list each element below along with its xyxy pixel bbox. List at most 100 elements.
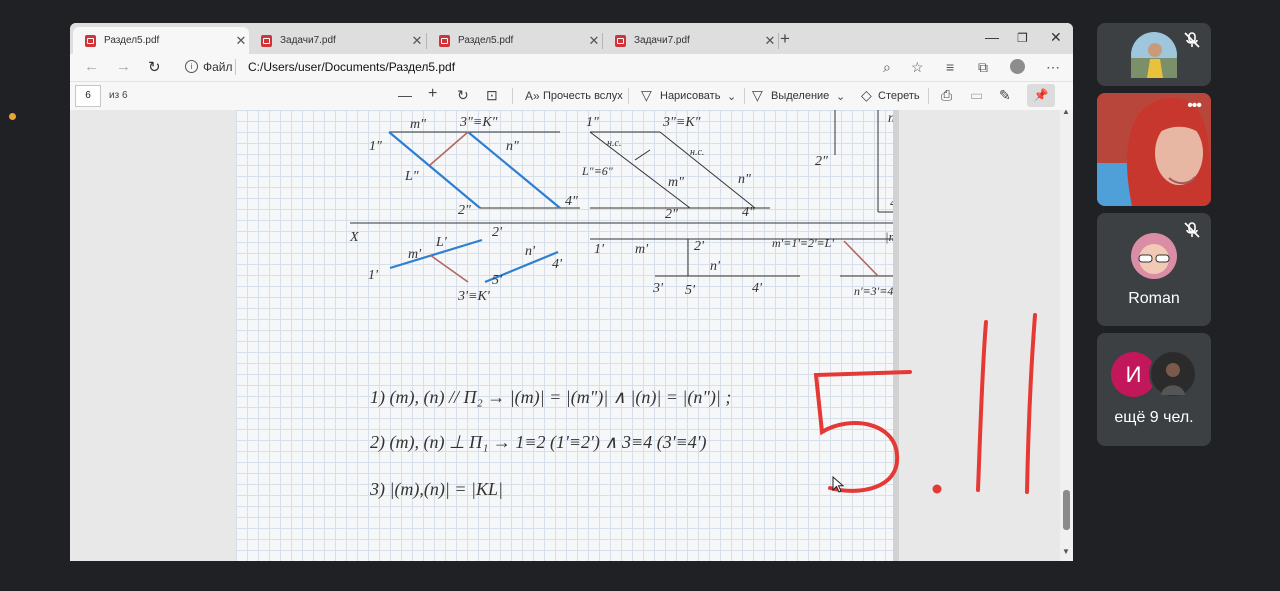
new-tab-icon[interactable]: + — [780, 29, 790, 49]
drawing-svg: m" 3"≡K" n" 1" L" 2" 4" X m' L' 2' n' 1'… — [349, 110, 893, 500]
ink-annotation-5-11 — [813, 313, 1037, 494]
tab-label: Раздел5.pdf — [104, 35, 160, 46]
mic-off-icon — [1184, 32, 1200, 48]
page-count: из 6 — [109, 90, 128, 101]
favorite-star-icon[interactable]: ☆ — [911, 59, 924, 76]
label-r-k2: 3"≡K" — [662, 115, 701, 130]
label-r-mn: |m,n| — [885, 229, 893, 244]
label-two2: 2" — [458, 203, 471, 218]
collections-icon[interactable]: ⧉ — [978, 59, 988, 76]
pdf-icon — [439, 34, 450, 47]
participant-avatar — [1131, 233, 1177, 279]
draw-button[interactable]: Нарисовать — [660, 90, 720, 102]
participant-tile-1[interactable] — [1097, 23, 1211, 86]
participant-overflow-count: ещё 9 чел. — [1114, 409, 1194, 426]
label-r-eq2: n'≡3'≡4'≡K' — [854, 284, 893, 298]
pdf-viewer: m" 3"≡K" n" 1" L" 2" 4" X m' L' 2' n' 1'… — [70, 110, 1073, 561]
zoom-icon[interactable]: ⌕ — [883, 59, 891, 76]
label-r-nc1: н.с. — [607, 138, 621, 149]
label-r-n1: n' — [710, 259, 721, 274]
participant-tile-2[interactable]: ••• — [1097, 93, 1211, 206]
more-icon[interactable]: ⋯ — [1046, 59, 1060, 76]
tab-label: Раздел5.pdf — [458, 35, 514, 46]
close-icon[interactable]: ✕ — [409, 33, 425, 49]
profile-avatar[interactable] — [1010, 59, 1025, 74]
read-aloud-icon[interactable]: A» — [525, 89, 540, 103]
label-r-two1: 2' — [694, 239, 705, 254]
label-r-n2: n" — [738, 172, 751, 187]
label-m2: m" — [410, 117, 426, 132]
label-four1: 4' — [552, 257, 563, 272]
scroll-up-icon[interactable]: ▲ — [1062, 110, 1070, 116]
pdf-icon — [261, 34, 272, 47]
chevron-down-icon[interactable]: ⌄ — [836, 90, 845, 103]
label-L2: L" — [404, 169, 419, 184]
label-four2: 4" — [565, 194, 578, 209]
scroll-down-icon[interactable]: ▼ — [1062, 547, 1070, 556]
kl-segment — [429, 131, 469, 166]
label-r-m1: m' — [635, 242, 649, 257]
label-r-three1: 3' — [652, 281, 664, 296]
scroll-thumb[interactable] — [1063, 490, 1070, 530]
fit-page-icon[interactable]: ⊡ — [486, 87, 498, 104]
label-r-nc2: н.с. — [690, 147, 704, 158]
tab-razdel5-2[interactable]: Раздел5.pdf ✕ — [427, 27, 602, 54]
chevron-down-icon[interactable]: ⌄ — [727, 90, 736, 103]
participant-tile-others[interactable]: И ещё 9 чел. — [1097, 333, 1211, 446]
save-as-icon[interactable]: ✎ — [999, 87, 1011, 104]
toolbar-divider — [512, 88, 513, 104]
close-icon[interactable]: ✕ — [233, 33, 249, 49]
zoom-out-icon[interactable]: — — [398, 87, 412, 103]
save-icon[interactable]: ▭ — [970, 87, 983, 104]
tab-zadachi7[interactable]: Задачи7.pdf ✕ — [249, 27, 425, 54]
tab-strip: Раздел5.pdf ✕ Задачи7.pdf ✕ Раздел5.pdf … — [70, 23, 1073, 54]
close-icon[interactable]: ✕ — [586, 33, 602, 49]
m2-segment — [388, 131, 481, 209]
label-five1: 5' — [492, 273, 503, 288]
highlight-button[interactable]: Выделение — [771, 90, 829, 102]
tab-razdel5[interactable]: Раздел5.pdf ✕ — [73, 27, 249, 54]
label-r-m2: m" — [668, 175, 684, 190]
toolbar-divider — [744, 88, 745, 104]
read-aloud-button[interactable]: Прочесть вслух — [543, 90, 623, 102]
highlight-icon[interactable]: ▽ — [752, 87, 763, 104]
pin-toolbar-button[interactable]: 📌 — [1027, 84, 1055, 107]
label-one1: 1' — [368, 268, 379, 283]
address-divider — [235, 59, 236, 75]
draw-icon[interactable]: ▽ — [641, 87, 652, 104]
window-close-icon[interactable]: ✕ — [1050, 29, 1062, 46]
close-icon[interactable]: ✕ — [762, 33, 778, 49]
label-n2: n" — [506, 139, 519, 154]
condition-3: 3) |(m),(n)| = |KL| — [369, 479, 503, 500]
eraser-icon[interactable]: ◇ — [861, 87, 872, 104]
label-r-fourb: 4' — [752, 281, 763, 296]
info-icon[interactable]: i — [185, 60, 198, 73]
back-icon[interactable]: ← — [84, 58, 99, 75]
maximize-icon[interactable]: ❐ — [1017, 31, 1028, 45]
forward-icon[interactable]: → — [116, 58, 131, 75]
tab-zadachi7-2[interactable]: Задачи7.pdf ✕ — [603, 27, 778, 54]
status-dot — [9, 113, 16, 120]
address-url[interactable]: C:/Users/user/Documents/Раздел5.pdf — [248, 60, 455, 74]
vertical-scrollbar[interactable]: ▲ ▼ — [1060, 110, 1073, 561]
ink-dot — [932, 484, 942, 494]
mic-off-icon — [1184, 222, 1200, 238]
tab-label: Задачи7.pdf — [634, 35, 690, 46]
label-r-five1: 5' — [685, 283, 696, 298]
tab-label: Задачи7.pdf — [280, 35, 336, 46]
print-icon[interactable]: ⎙ — [941, 87, 952, 104]
more-options-icon[interactable]: ••• — [1187, 97, 1202, 115]
zoom-in-icon[interactable]: + — [428, 85, 437, 103]
minimize-icon[interactable]: — — [985, 29, 999, 45]
rotate-icon[interactable]: ↻ — [457, 87, 469, 104]
label-r-four2: 4" — [742, 205, 755, 220]
favorites-list-icon[interactable]: ≡ — [946, 59, 954, 75]
label-n1: n' — [525, 244, 536, 259]
erase-button[interactable]: Стереть — [878, 90, 920, 102]
page-number-input[interactable]: 6 — [75, 85, 101, 107]
pdf-icon — [85, 34, 96, 47]
ink-digit-1 — [1025, 313, 1037, 494]
participant-tile-roman[interactable]: Roman — [1097, 213, 1211, 326]
refresh-icon[interactable]: ↻ — [148, 58, 161, 76]
participant-avatar — [1149, 350, 1197, 398]
